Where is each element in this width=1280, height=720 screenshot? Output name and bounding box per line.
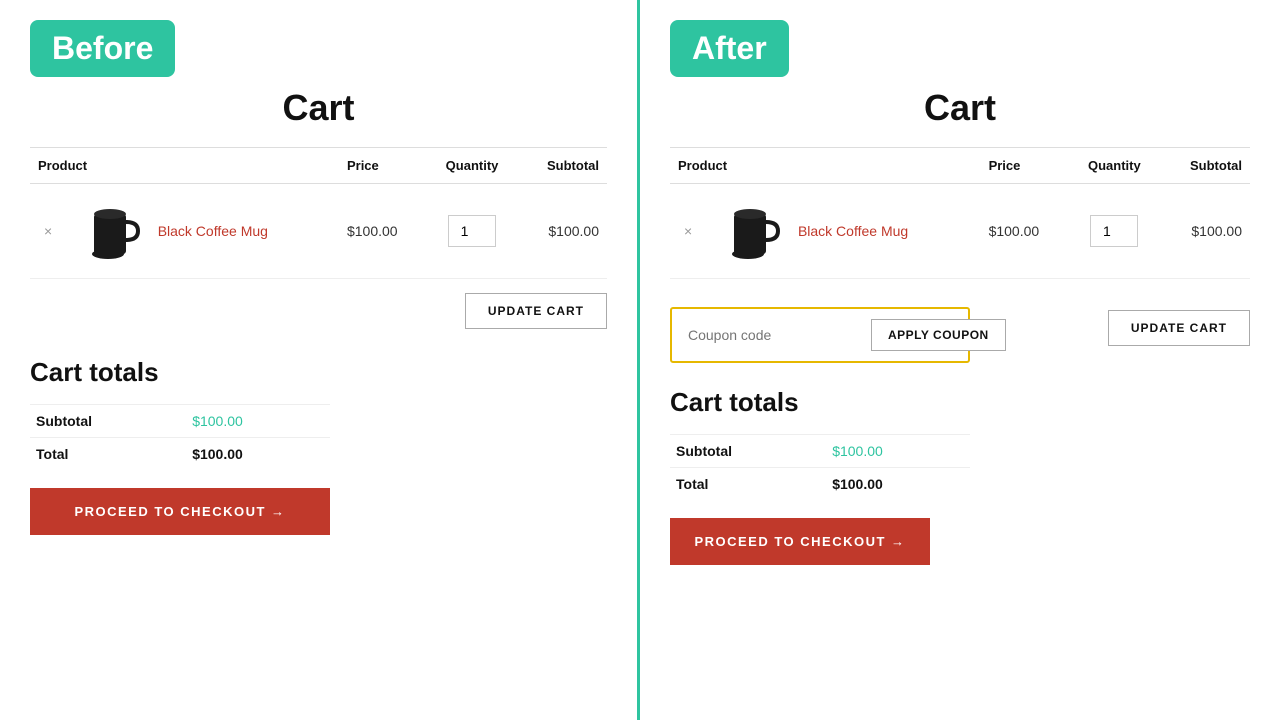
before-cart-table: Product Price Quantity Subtotal × [30,147,607,279]
product-cell: Black Coffee Mug [78,184,339,279]
after-col-price: Price [981,148,1069,184]
remove-cell: × [30,184,78,279]
total-row: Total $100.00 [30,438,330,471]
before-cart-title: Cart [30,87,607,129]
before-badge: Before [30,20,175,77]
after-cart-table: Product Price Quantity Subtotal × [670,147,1250,279]
coupon-update-row: APPLY COUPON UPDATE CART [670,293,1250,363]
quantity-cell [427,184,518,279]
coupon-section: APPLY COUPON [670,307,970,363]
after-quantity-cell [1069,184,1160,279]
after-col-quantity: Quantity [1069,148,1160,184]
before-col-product: Product [30,148,339,184]
after-product-image [726,196,786,266]
after-subtotal-value: $100.00 [826,435,970,468]
after-totals-table: Subtotal $100.00 Total $100.00 [670,434,970,500]
after-update-cart-button[interactable]: UPDATE CART [1108,310,1250,346]
after-quantity-input[interactable] [1090,215,1138,247]
subtotal-cell: $100.00 [517,184,607,279]
quantity-input[interactable] [448,215,496,247]
before-checkout-button[interactable]: PROCEED TO CHECKOUT → [30,488,330,535]
after-badge: After [670,20,789,77]
price-cell: $100.00 [339,184,427,279]
after-cart-totals-title: Cart totals [670,387,1250,418]
before-col-price: Price [339,148,427,184]
remove-item-button[interactable]: × [38,221,58,241]
after-subtotal-cell: $100.00 [1160,184,1250,279]
after-col-product: Product [670,148,981,184]
after-subtotal-row: Subtotal $100.00 [670,435,970,468]
after-panel: After Cart Product Price Quantity Subtot… [640,0,1280,720]
before-panel: Before Cart Product Price Quantity Subto… [0,0,640,720]
before-col-subtotal: Subtotal [517,148,607,184]
subtotal-value: $100.00 [186,405,330,438]
product-image [86,196,146,266]
total-value: $100.00 [186,438,330,471]
apply-coupon-button[interactable]: APPLY COUPON [871,319,1006,351]
coupon-input[interactable] [686,323,871,347]
remove-cell: × [670,184,718,279]
after-total-label: Total [670,468,826,501]
product-cell: Black Coffee Mug [718,184,981,279]
subtotal-row: Subtotal $100.00 [30,405,330,438]
before-update-cart-button[interactable]: UPDATE CART [465,293,607,329]
before-cart-totals-title: Cart totals [30,357,607,388]
table-row: × Black Coffee Mug $100.00 [670,184,1250,279]
before-col-quantity: Quantity [427,148,518,184]
subtotal-label: Subtotal [30,405,186,438]
after-total-value: $100.00 [826,468,970,501]
before-cart-totals: Cart totals Subtotal $100.00 Total $100.… [30,357,607,535]
after-total-row: Total $100.00 [670,468,970,501]
after-subtotal-label: Subtotal [670,435,826,468]
after-col-subtotal: Subtotal [1160,148,1250,184]
after-checkout-button[interactable]: PROCEED TO CHECKOUT → [670,518,930,565]
total-label: Total [30,438,186,471]
after-price-cell: $100.00 [981,184,1069,279]
after-product-link[interactable]: Black Coffee Mug [798,223,908,239]
after-cart-totals: Cart totals Subtotal $100.00 Total $100.… [670,387,1250,565]
product-link[interactable]: Black Coffee Mug [158,223,268,239]
before-totals-table: Subtotal $100.00 Total $100.00 [30,404,330,470]
table-row: × Black Coffee Mug $100.00 [30,184,607,279]
after-remove-item-button[interactable]: × [678,221,698,241]
after-cart-title: Cart [670,87,1250,129]
